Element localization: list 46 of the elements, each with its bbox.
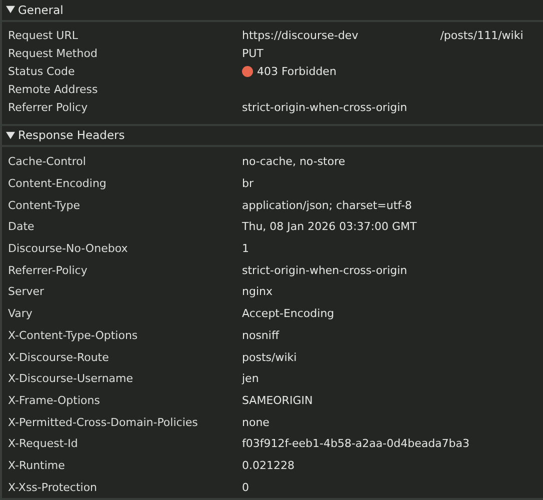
header-value: Thu, 08 Jan 2026 03:37:00 GMT (242, 220, 417, 234)
header-value: no-cache, no-store (242, 155, 346, 168)
header-name: Cache-Control (8, 155, 87, 168)
header-value: 1 (242, 242, 249, 256)
header-name: X-Xss-Protection (8, 480, 98, 494)
header-name: Date (8, 220, 36, 234)
header-value: Accept-Encoding (242, 307, 334, 320)
header-value: PUT (242, 47, 264, 60)
header-value: 0.021228 (242, 458, 294, 472)
header-name: X-Content-Type-Options (8, 328, 139, 342)
header-name: Content-Type (8, 198, 81, 212)
header-value: strict-origin-when-cross-origin (242, 101, 408, 114)
header-value: nosniff (242, 328, 280, 342)
header-value: posts/wiki (242, 350, 297, 364)
header-value: none (242, 416, 270, 429)
header-name: X-Runtime (8, 458, 66, 472)
header-name: Discourse-No-Onebox (8, 242, 129, 256)
header-name: Vary (8, 307, 34, 320)
section-toggle[interactable]: Response Headers (6, 128, 125, 142)
header-name: Referrer-Policy (8, 264, 88, 277)
header-value: SAMEORIGIN (242, 394, 313, 407)
header-value: application/json; charset=utf-8 (242, 198, 412, 212)
header-value: 0 (242, 480, 249, 494)
header-name: Server (8, 285, 46, 298)
header-value: https://discourse-dev (242, 29, 358, 42)
header-value: nginx (242, 285, 272, 298)
header-value: strict-origin-when-cross-origin (242, 264, 408, 277)
header-name: X-Permitted-Cross-Domain-Policies (8, 416, 199, 429)
triangle-down-icon (6, 5, 15, 14)
header-name: X-Discourse-Route (8, 350, 110, 364)
section-toggle[interactable]: General (6, 2, 64, 17)
header-value: br (242, 177, 254, 190)
header-name: X-Discourse-Username (8, 372, 134, 386)
header-name: Content-Encoding (8, 177, 108, 190)
triangle-down-icon (6, 130, 15, 140)
header-name: Request Method (8, 47, 98, 60)
header-value: jen (242, 372, 259, 386)
header-name: Request URL (8, 29, 80, 42)
header-name: X-Request-Id (8, 437, 79, 450)
header-value: 403 Forbidden (257, 65, 336, 78)
header-name: Status Code (8, 65, 76, 78)
header-name: X-Frame-Options (8, 394, 101, 407)
header-value: /posts/111/wiki (440, 29, 524, 42)
header-name: Referrer Policy (8, 101, 89, 114)
header-name: Remote Address (8, 83, 99, 96)
header-value: f03f912f-eeb1-4b58-a2aa-0d4beada7ba3 (242, 437, 470, 450)
